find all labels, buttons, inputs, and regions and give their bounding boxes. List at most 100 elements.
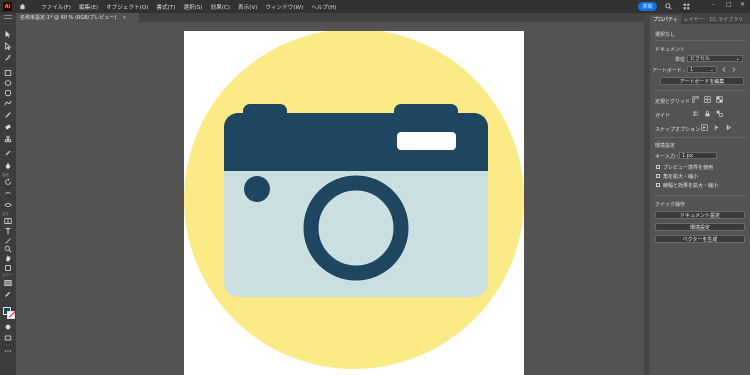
quick-actions-heading: クイック操作 xyxy=(655,202,686,208)
close-tab-icon[interactable]: ✕ xyxy=(122,15,126,21)
snap-to-glyph-icon[interactable] xyxy=(725,124,732,131)
show-guides-icon[interactable] xyxy=(692,110,699,117)
menu-window[interactable]: ウィンドウ(W) xyxy=(261,3,307,11)
menu-effect[interactable]: 効果(C) xyxy=(207,3,234,11)
guides-label: ガイド xyxy=(655,113,671,119)
divider xyxy=(655,195,745,196)
artboard-tool-icon[interactable] xyxy=(3,264,13,272)
rotate-tool-icon[interactable] xyxy=(3,178,13,186)
divider xyxy=(655,90,745,91)
stroke-color-swatch[interactable] xyxy=(7,311,15,319)
tool-group-label: カラー xyxy=(2,273,13,277)
tab-layers[interactable]: レイヤー xyxy=(681,15,707,24)
draw-mode-icon[interactable] xyxy=(3,323,13,331)
divider xyxy=(655,137,745,138)
menu-view[interactable]: 表示(V) xyxy=(234,3,261,11)
hand-tool-icon[interactable] xyxy=(3,254,13,262)
snap-to-point-icon[interactable] xyxy=(701,124,708,131)
search-icon[interactable] xyxy=(664,2,673,11)
brush-tool-icon[interactable] xyxy=(3,111,13,119)
document-tab-title: 名称未設定-1* @ 60 % (RGB/プレビュー) xyxy=(20,15,117,21)
menu-help[interactable]: ヘルプ(H) xyxy=(307,3,340,11)
artboard-label: アートボード : xyxy=(652,68,685,74)
scissors-tool-icon[interactable] xyxy=(3,135,13,143)
minimize-icon[interactable]: – xyxy=(712,1,715,8)
type-tool-icon[interactable] xyxy=(3,227,13,235)
reflect-tool-icon[interactable] xyxy=(3,190,13,198)
canvas-area[interactable] xyxy=(16,22,644,375)
grid-icon[interactable] xyxy=(704,96,711,103)
document-tab[interactable]: 名称未設定-1* @ 60 % (RGB/プレビュー) ✕ xyxy=(16,13,139,22)
tab-cc-libraries[interactable]: CC ライブラリ xyxy=(707,15,747,24)
rectangle-tool-icon[interactable] xyxy=(3,69,13,77)
screen-mode-icon[interactable] xyxy=(3,334,13,342)
rulers-grid-label: 定規とグリッド xyxy=(655,99,691,105)
toolbar-grip-icon[interactable] xyxy=(4,15,12,19)
menu-select[interactable]: 選択(S) xyxy=(179,3,206,11)
artboard[interactable] xyxy=(184,31,524,375)
shape-builder-tool-icon[interactable] xyxy=(3,217,13,225)
unit-select[interactable]: ピクセル ⌄ xyxy=(687,55,743,62)
eyedropper-tool-icon[interactable] xyxy=(3,290,13,298)
document-heading: ドキュメント xyxy=(655,47,686,53)
menu-type[interactable]: 書式(T) xyxy=(152,3,179,11)
snap-to-pixel-icon[interactable] xyxy=(713,124,720,131)
width-tool-icon[interactable] xyxy=(3,201,13,209)
scale-strokes-effects-checkbox[interactable] xyxy=(656,183,660,187)
next-artboard-icon[interactable] xyxy=(730,66,737,73)
divider xyxy=(655,40,745,41)
pencil-tool-icon[interactable] xyxy=(3,149,13,157)
main-menu: ファイル(F) 編集(E) オブジェクト(O) 書式(T) 選択(S) 効果(C… xyxy=(37,3,341,11)
zoom-tool-icon[interactable] xyxy=(3,245,13,253)
ellipse-tool-icon[interactable] xyxy=(3,79,13,87)
snap-options-label: スナップオプション xyxy=(655,127,701,133)
scale-corners-label: 角を拡大・縮小 xyxy=(663,174,699,180)
ruler-icon[interactable] xyxy=(692,96,699,103)
tab-properties[interactable]: プロパティ xyxy=(650,15,681,24)
selection-status: 選択なし xyxy=(655,32,676,38)
home-icon[interactable] xyxy=(18,2,27,11)
key-input-value: 1 px xyxy=(682,152,693,159)
camera-viewfinder xyxy=(244,176,270,202)
polygon-tool-icon[interactable] xyxy=(3,89,13,97)
use-preview-bounds-checkbox[interactable] xyxy=(656,165,660,169)
properties-panel: プロパティ レイヤー CC ライブラリ 選択なし ドキュメント 単位 : ピクセ… xyxy=(650,13,750,375)
use-preview-bounds-label: プレビュー境界を使用 xyxy=(663,165,714,171)
generate-vectors-button[interactable]: ベクターを生成 xyxy=(655,235,745,243)
edit-artboard-button[interactable]: アートボードを編集 xyxy=(660,77,744,85)
close-window-icon[interactable]: ✕ xyxy=(740,1,745,8)
artboard-select[interactable]: 1 ⌄ xyxy=(687,66,717,73)
eraser-tool-icon[interactable] xyxy=(3,123,13,131)
preferences-button[interactable]: 環境設定 xyxy=(655,223,745,231)
line-tool-icon[interactable] xyxy=(3,237,13,245)
selection-tool-icon[interactable] xyxy=(3,30,13,38)
gradient-tool-icon[interactable] xyxy=(3,279,13,287)
key-input-label: キー入力 : xyxy=(655,154,679,160)
menu-object[interactable]: オブジェクト(O) xyxy=(102,3,152,11)
lock-guides-icon[interactable] xyxy=(704,110,711,117)
arrange-icon[interactable] xyxy=(682,2,691,11)
shaper-tool-icon[interactable] xyxy=(3,99,13,107)
tools-panel: 変形 文字 カラー xyxy=(0,13,16,375)
previous-artboard-icon[interactable] xyxy=(721,66,728,73)
magic-wand-tool-icon[interactable] xyxy=(3,54,13,62)
scale-strokes-effects-label: 線幅と効果を拡大・縮小 xyxy=(663,183,719,189)
transparency-grid-icon[interactable] xyxy=(716,96,723,103)
pen-tool-icon[interactable] xyxy=(3,162,13,170)
direct-selection-tool-icon[interactable] xyxy=(3,42,13,50)
camera-flash-window xyxy=(397,132,456,150)
chevron-down-icon: ⌄ xyxy=(709,66,714,73)
illustrator-logo: Ai xyxy=(3,2,12,11)
smart-guides-icon[interactable] xyxy=(716,110,723,117)
key-input-field[interactable]: 1 px xyxy=(679,152,717,159)
share-button[interactable]: 共有 xyxy=(638,2,657,11)
menu-file[interactable]: ファイル(F) xyxy=(37,3,75,11)
unit-value: ピクセル xyxy=(690,56,711,62)
menu-edit[interactable]: 編集(E) xyxy=(75,3,102,11)
document-tab-bar: 名称未設定-1* @ 60 % (RGB/プレビュー) ✕ xyxy=(16,13,644,22)
document-setup-button[interactable]: ドキュメント設定 xyxy=(655,211,745,219)
more-tools-icon[interactable] xyxy=(3,347,13,355)
scale-corners-checkbox[interactable] xyxy=(656,174,660,178)
camera-illustration[interactable] xyxy=(184,31,524,375)
maximize-icon[interactable]: □ xyxy=(726,1,732,8)
